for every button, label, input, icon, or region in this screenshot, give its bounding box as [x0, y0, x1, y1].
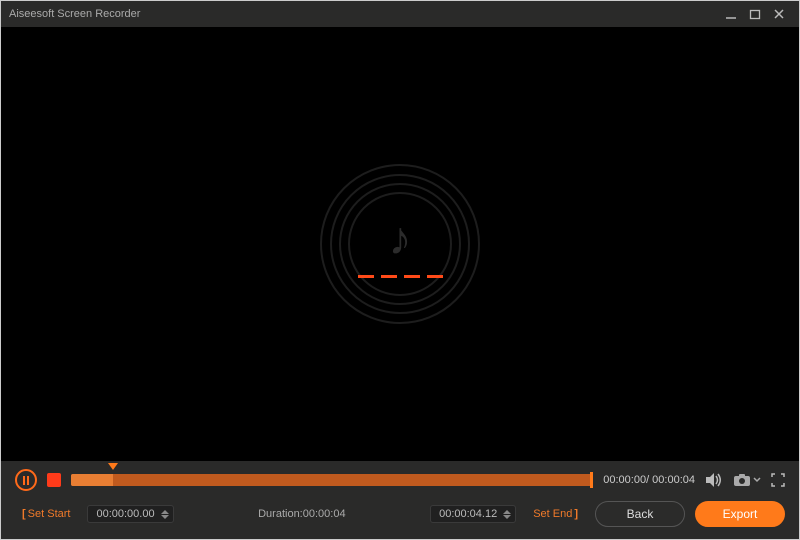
- chevron-down-icon: [753, 477, 761, 483]
- set-start-button[interactable]: [ Set Start: [15, 502, 77, 526]
- end-time-spinner[interactable]: [503, 510, 511, 519]
- controls-panel: 00:00:00/ 00:00:04: [1, 461, 799, 539]
- close-button[interactable]: [767, 8, 791, 20]
- level-dashes: [358, 275, 443, 278]
- export-button-label: Export: [723, 507, 758, 521]
- seek-track-fill: [71, 474, 113, 486]
- pause-icon: [23, 476, 29, 485]
- playback-row: 00:00:00/ 00:00:04: [15, 469, 785, 491]
- preview-stage: ♪: [1, 27, 799, 461]
- back-button[interactable]: Back: [595, 501, 685, 527]
- seek-track-background: [71, 474, 593, 486]
- duration-label: Duration:00:00:04: [258, 508, 345, 520]
- title-bar: Aiseesoft Screen Recorder: [1, 1, 799, 27]
- spinner-down-icon[interactable]: [503, 515, 511, 519]
- fullscreen-button[interactable]: [771, 473, 785, 487]
- spinner-down-icon[interactable]: [161, 515, 169, 519]
- minimize-button[interactable]: [719, 8, 743, 20]
- set-end-button[interactable]: Set End ]: [526, 502, 585, 526]
- set-end-label: Set End: [533, 508, 572, 520]
- app-window: Aiseesoft Screen Recorder ♪: [0, 0, 800, 540]
- stop-button[interactable]: [47, 473, 61, 487]
- app-title: Aiseesoft Screen Recorder: [9, 8, 140, 20]
- camera-icon: [733, 473, 751, 487]
- music-note-icon: ♪: [389, 211, 412, 265]
- seek-track[interactable]: [71, 471, 593, 489]
- volume-button[interactable]: [705, 472, 723, 488]
- time-readout: 00:00:00/ 00:00:04: [603, 474, 695, 486]
- start-time-value: 00:00:00.00: [96, 508, 154, 520]
- audio-placeholder: ♪: [320, 164, 480, 324]
- spinner-up-icon[interactable]: [161, 510, 169, 514]
- set-start-label: Set Start: [28, 508, 71, 520]
- maximize-button[interactable]: [743, 8, 767, 20]
- start-time-field[interactable]: 00:00:00.00: [87, 505, 173, 523]
- back-button-label: Back: [627, 507, 654, 521]
- clip-row: [ Set Start 00:00:00.00 Duration:00:00:0…: [15, 501, 785, 539]
- clip-start-marker[interactable]: [108, 463, 118, 470]
- pause-button[interactable]: [15, 469, 37, 491]
- end-time-field[interactable]: 00:00:04.12: [430, 505, 516, 523]
- export-button[interactable]: Export: [695, 501, 785, 527]
- bracket-left-icon: [: [22, 508, 26, 520]
- spinner-up-icon[interactable]: [503, 510, 511, 514]
- end-time-value: 00:00:04.12: [439, 508, 497, 520]
- clip-end-marker[interactable]: [590, 472, 593, 488]
- start-time-spinner[interactable]: [161, 510, 169, 519]
- snapshot-dropdown[interactable]: [733, 473, 761, 487]
- bracket-right-icon: ]: [574, 508, 578, 520]
